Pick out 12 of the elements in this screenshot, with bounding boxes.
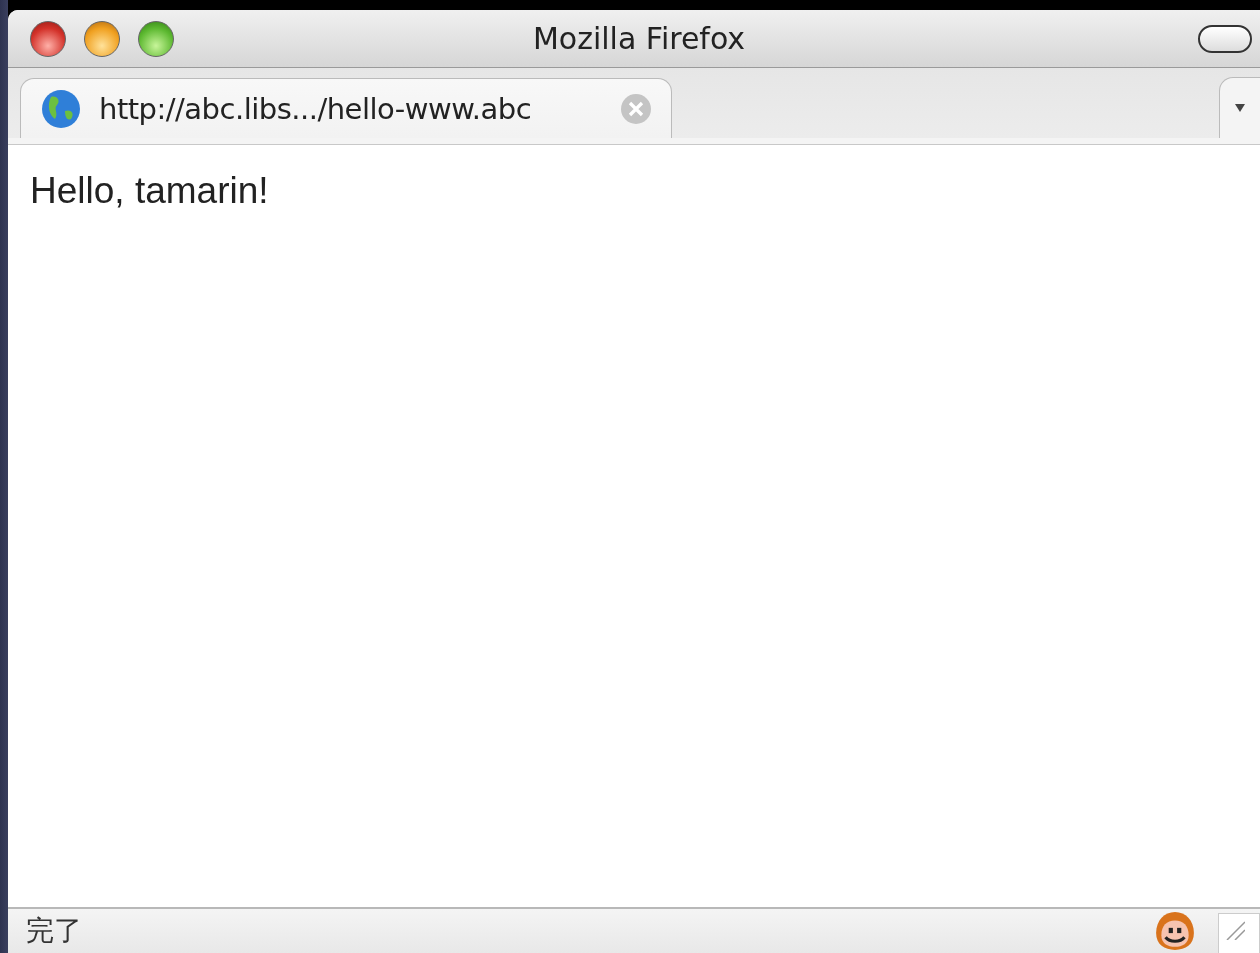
monkey-icon	[1154, 910, 1196, 952]
zoom-button[interactable]	[138, 20, 174, 57]
globe-icon	[41, 88, 81, 129]
status-text: 完了	[26, 913, 82, 949]
page-text: Hello, tamarin!	[30, 170, 269, 212]
toolbar-toggle-button[interactable]	[1198, 24, 1252, 53]
close-button[interactable]	[30, 20, 66, 57]
window-title: Mozilla Firefox	[532, 21, 746, 56]
caret-icon	[1235, 104, 1245, 112]
minimize-button[interactable]	[84, 20, 120, 57]
resize-grip[interactable]	[1218, 913, 1260, 953]
browser-tab[interactable]: http://abc.libs.../hello-www.abc	[20, 78, 672, 138]
